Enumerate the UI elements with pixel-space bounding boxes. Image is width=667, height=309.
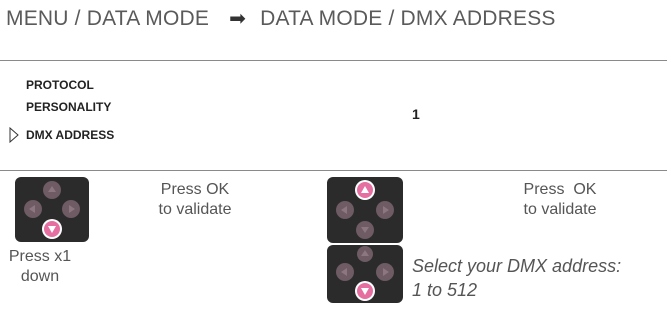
step1-press-caption: Press x1 down bbox=[0, 247, 80, 287]
step1-ok-caption: Press OK to validate bbox=[140, 180, 250, 220]
step2-ok-line1: Press OK bbox=[523, 181, 597, 198]
keypad-up-active bbox=[327, 177, 403, 243]
title-left: MENU / DATA MODE bbox=[6, 6, 210, 30]
title-right: DATA MODE / DMX ADDRESS bbox=[260, 6, 556, 30]
header-divider bbox=[0, 60, 667, 61]
step1-ok-line1: Press OK bbox=[160, 181, 230, 198]
dmx-address-value: 1 bbox=[412, 106, 420, 122]
selection-pointer-icon bbox=[9, 126, 19, 144]
step2-select-caption: Select your DMX address: 1 to 512 bbox=[412, 254, 621, 302]
step2-select-line2: 1 to 512 bbox=[412, 280, 478, 300]
step1-ok-line2: to validate bbox=[158, 201, 232, 218]
triangle-pointer-icon bbox=[9, 126, 19, 144]
menu-item-personality: PERSONALITY bbox=[26, 100, 112, 114]
menu-item-dmx-address: DMX ADDRESS bbox=[26, 128, 115, 142]
right-arrow-icon: ➡ bbox=[229, 8, 247, 30]
section-divider bbox=[0, 170, 667, 171]
step1-press-line2: down bbox=[20, 268, 60, 285]
menu-item-protocol: PROTOCOL bbox=[26, 78, 94, 92]
step2-ok-caption: Press OK to validate bbox=[500, 180, 620, 220]
keypad-down-active bbox=[15, 177, 89, 242]
page-title: MENU / DATA MODE ➡ DATA MODE / DMX ADDRE… bbox=[6, 6, 556, 31]
step1-press-line1: Press x1 bbox=[8, 248, 72, 265]
step2-ok-line2: to validate bbox=[523, 201, 597, 218]
step2-select-line1: Select your DMX address: bbox=[412, 256, 622, 276]
keypad-down-active-2 bbox=[327, 245, 403, 303]
